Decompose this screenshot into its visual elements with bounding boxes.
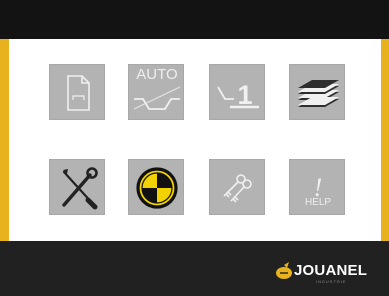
single-bend-icon: 1 xyxy=(217,80,259,110)
brand-name: JOUANEL xyxy=(294,262,368,279)
calibration-button[interactable] xyxy=(128,159,184,215)
tools-icon xyxy=(62,167,98,210)
auto-mode-button[interactable]: AUTO xyxy=(128,64,184,120)
program-file-button[interactable] xyxy=(49,64,105,120)
document-icon xyxy=(67,75,90,111)
layers-icon xyxy=(298,80,339,107)
number-label: 1 xyxy=(237,80,252,110)
machine-panel: AUTO 1 ! HELP JOUANEL INDUSTRIE xyxy=(0,0,389,296)
calibration-target-icon xyxy=(136,167,178,209)
help-label: HELP xyxy=(304,197,332,208)
auto-bend-icon xyxy=(133,86,181,110)
brand-logo: JOUANEL INDUSTRIE xyxy=(274,259,386,284)
help-button[interactable]: ! HELP xyxy=(289,159,345,215)
single-bend-button[interactable]: 1 xyxy=(209,64,265,120)
tools-button[interactable] xyxy=(49,159,105,215)
jouanel-logo-icon xyxy=(276,262,292,279)
brand-tagline: INDUSTRIE xyxy=(316,279,347,284)
access-keys-button[interactable] xyxy=(209,159,265,215)
layers-button[interactable] xyxy=(289,64,345,120)
top-bar xyxy=(0,0,389,39)
keys-icon xyxy=(223,174,252,203)
